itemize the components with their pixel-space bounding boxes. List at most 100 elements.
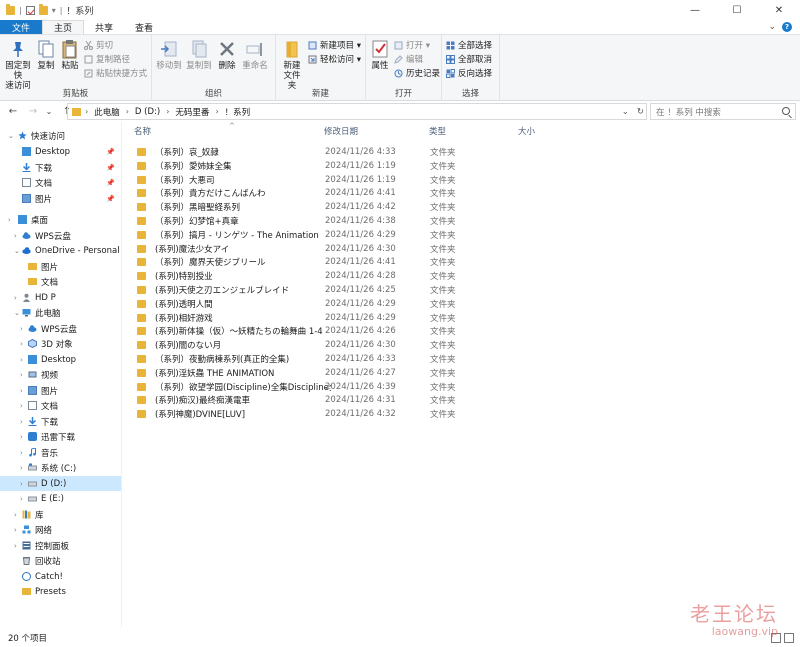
file-row[interactable]: （系列）貴方だけこんばんわ 2024/11/26 4:41 文件夹 bbox=[131, 186, 531, 200]
file-row[interactable]: (系列)相奸游戏 2024/11/26 4:29 文件夹 bbox=[131, 311, 531, 325]
file-row[interactable]: (系列)魔法少女アイ 2024/11/26 4:30 文件夹 bbox=[131, 242, 531, 256]
sidebar-item-quick-access[interactable]: ⌄ 快速访问 bbox=[0, 128, 121, 143]
file-row[interactable]: （系列）幻梦馆+真章 2024/11/26 4:38 文件夹 bbox=[131, 214, 531, 228]
sidebar-item-onedrive[interactable]: ⌄ OneDrive - Personal bbox=[0, 243, 121, 258]
file-row[interactable]: （系列）大悪司 2024/11/26 1:19 文件夹 bbox=[131, 173, 531, 187]
breadcrumb-separator[interactable]: › bbox=[166, 107, 169, 116]
file-row[interactable]: （系列）哀_奴隷 2024/11/26 4:33 文件夹 bbox=[131, 145, 531, 159]
sidebar-item-onedrive-documents[interactable]: 文档 bbox=[0, 274, 121, 289]
open-button[interactable]: 打开 ▾ bbox=[394, 39, 440, 51]
expand-icon[interactable]: › bbox=[20, 449, 23, 457]
sidebar-item-documents[interactable]: 文档 📌 bbox=[0, 175, 121, 190]
collapse-icon[interactable]: ⌄ bbox=[14, 247, 20, 255]
column-header-name[interactable]: 名称 ^ bbox=[134, 122, 319, 139]
sidebar-item-catch[interactable]: Catch! bbox=[0, 569, 121, 584]
sidebar-item-control-panel[interactable]: › 控制面板 bbox=[0, 538, 121, 553]
file-row[interactable]: （系列）搞月 - リンゲツ - The Animation 2024/11/26 … bbox=[131, 228, 531, 242]
file-row[interactable]: （系列）夜勤病棟系列(真正的全集) 2024/11/26 4:33 文件夹 bbox=[131, 352, 531, 366]
breadcrumb-separator[interactable]: › bbox=[126, 107, 129, 116]
sidebar-item-pc-downloads[interactable]: › 下载 bbox=[0, 414, 121, 429]
forward-button[interactable]: → bbox=[26, 106, 40, 117]
tab-home[interactable]: 主页 bbox=[42, 20, 85, 34]
expand-icon[interactable]: › bbox=[20, 464, 23, 472]
sidebar-item-pc-desktop[interactable]: › Desktop bbox=[0, 352, 121, 367]
expand-icon[interactable]: › bbox=[14, 232, 17, 240]
copy-path-button[interactable]: 复制路径 bbox=[84, 53, 147, 65]
file-row[interactable]: （系列）黑暗聖経系列 2024/11/26 4:42 文件夹 bbox=[131, 200, 531, 214]
column-header-size[interactable]: 大小 bbox=[518, 125, 535, 139]
select-all-button[interactable]: 全部选择 bbox=[446, 39, 492, 51]
collapse-icon[interactable]: ⌄ bbox=[8, 132, 14, 140]
sidebar-item-music[interactable]: › 音乐 bbox=[0, 445, 121, 460]
sidebar-item-thunder-downloads[interactable]: › 迅雷下载 bbox=[0, 429, 121, 444]
file-row[interactable]: (系列)新体操（仮）～妖精たちの輪舞曲 1-4 2024/11/26 4:26 文件… bbox=[131, 324, 531, 338]
sidebar-item-wps-cloud[interactable]: › WPS云盘 bbox=[0, 228, 121, 243]
refresh-icon[interactable]: ↻ bbox=[637, 107, 644, 117]
new-folder-icon[interactable] bbox=[38, 3, 48, 15]
address-bar[interactable]: › 此电脑 › D (D:) › 无码里番 › ！系列 ⌄ ↻ bbox=[67, 103, 647, 120]
help-icon[interactable]: ? bbox=[782, 22, 792, 32]
new-item-button[interactable]: 新建项目 ▾ bbox=[308, 39, 361, 51]
search-box[interactable]: 在 ！系列 中搜索 bbox=[650, 103, 796, 120]
file-row[interactable]: (系列神魔)DVINE[LUV] 2024/11/26 4:32 文件夹 bbox=[131, 407, 531, 421]
pin-icon[interactable]: 📌 bbox=[106, 195, 115, 203]
sidebar-item-onedrive-pictures[interactable]: 图片 bbox=[0, 259, 121, 274]
sidebar-item-downloads[interactable]: 下载 📌 bbox=[0, 160, 121, 175]
tab-file[interactable]: 文件 bbox=[0, 20, 43, 34]
column-header-date[interactable]: 修改日期 bbox=[324, 125, 358, 139]
expand-icon[interactable]: › bbox=[8, 216, 11, 224]
expand-icon[interactable]: › bbox=[14, 294, 17, 302]
sidebar-item-desktop-root[interactable]: › 桌面 bbox=[0, 212, 121, 227]
expand-icon[interactable]: › bbox=[14, 526, 17, 534]
sidebar-item-desktop[interactable]: Desktop 📌 bbox=[0, 144, 121, 159]
easy-access-button[interactable]: 轻松访问 ▾ bbox=[308, 53, 361, 65]
cut-button[interactable]: 剪切 bbox=[83, 39, 147, 51]
breadcrumb-this-pc[interactable]: 此电脑 bbox=[94, 106, 120, 118]
sidebar-item-drive-c[interactable]: › 系统 (C:) bbox=[0, 460, 121, 475]
expand-icon[interactable]: › bbox=[20, 340, 23, 348]
file-row[interactable]: （系列）愛姉妹全集 2024/11/26 1:19 文件夹 bbox=[131, 159, 531, 173]
expand-icon[interactable]: › bbox=[14, 511, 17, 519]
breadcrumb-current-folder[interactable]: ！系列 bbox=[225, 106, 251, 118]
breadcrumb-drive-d[interactable]: D (D:) bbox=[135, 107, 160, 117]
expand-icon[interactable]: › bbox=[14, 542, 17, 550]
expand-icon[interactable]: › bbox=[20, 433, 23, 441]
minimize-button[interactable]: — bbox=[674, 0, 716, 20]
sidebar-item-drive-e[interactable]: › E (E:) bbox=[0, 491, 121, 506]
expand-icon[interactable]: › bbox=[20, 402, 23, 410]
sidebar-item-videos[interactable]: › 视频 bbox=[0, 367, 121, 382]
address-dropdown-icon[interactable]: ⌄ bbox=[622, 107, 629, 117]
sidebar-item-drive-d[interactable]: › D (D:) bbox=[0, 476, 121, 491]
sidebar-item-pc-documents[interactable]: › 文档 bbox=[0, 398, 121, 413]
file-row[interactable]: (系列)淫妖蟲 THE ANIMATION 2024/11/26 4:27 文件夹 bbox=[131, 366, 531, 380]
file-row[interactable]: (系列)闇のない月 2024/11/26 4:30 文件夹 bbox=[131, 338, 531, 352]
file-row[interactable]: (系列)特别授业 2024/11/26 4:28 文件夹 bbox=[131, 269, 531, 283]
sidebar-item-libraries[interactable]: › 库 bbox=[0, 507, 121, 522]
pin-icon[interactable]: 📌 bbox=[106, 164, 115, 172]
expand-icon[interactable]: › bbox=[20, 480, 23, 488]
search-input[interactable]: 在 ！系列 中搜索 bbox=[656, 106, 721, 118]
collapse-ribbon-icon[interactable]: ⌄ bbox=[768, 22, 776, 32]
maximize-button[interactable]: ☐ bbox=[716, 0, 758, 20]
file-row[interactable]: (系列)痴汉)最终痴漢電車 2024/11/26 4:31 文件夹 bbox=[131, 393, 531, 407]
collapse-icon[interactable]: ⌄ bbox=[14, 309, 20, 317]
invert-selection-button[interactable]: 反向选择 bbox=[446, 67, 492, 79]
expand-icon[interactable]: › bbox=[20, 371, 23, 379]
column-header-type[interactable]: 类型 bbox=[429, 125, 446, 139]
expand-icon[interactable]: › bbox=[20, 325, 23, 333]
sidebar-item-pictures[interactable]: 图片 📌 bbox=[0, 191, 121, 206]
expand-icon[interactable]: › bbox=[20, 387, 23, 395]
sidebar-item-network[interactable]: › 网络 bbox=[0, 522, 121, 537]
file-row[interactable]: (系列)天使之刃エンジェルブレイド 2024/11/26 4:25 文件夹 bbox=[131, 283, 531, 297]
expand-icon[interactable]: › bbox=[20, 356, 23, 364]
file-row[interactable]: （系列）欲望学园(Discipline)全集Discipline全 2024/11… bbox=[131, 380, 531, 394]
back-button[interactable]: ← bbox=[6, 106, 20, 117]
expand-icon[interactable]: › bbox=[20, 495, 23, 503]
pin-icon[interactable]: 📌 bbox=[106, 148, 115, 156]
tab-share[interactable]: 共享 bbox=[84, 20, 124, 34]
pin-icon[interactable]: 📌 bbox=[106, 179, 115, 187]
large-icons-view-icon[interactable] bbox=[784, 633, 794, 643]
file-row[interactable]: （系列）魔界天使ジブリール 2024/11/26 4:41 文件夹 bbox=[131, 255, 531, 269]
breadcrumb-parent-folder[interactable]: 无码里番 bbox=[175, 106, 209, 118]
paste-shortcut-button[interactable]: 粘贴快捷方式 bbox=[84, 67, 147, 79]
